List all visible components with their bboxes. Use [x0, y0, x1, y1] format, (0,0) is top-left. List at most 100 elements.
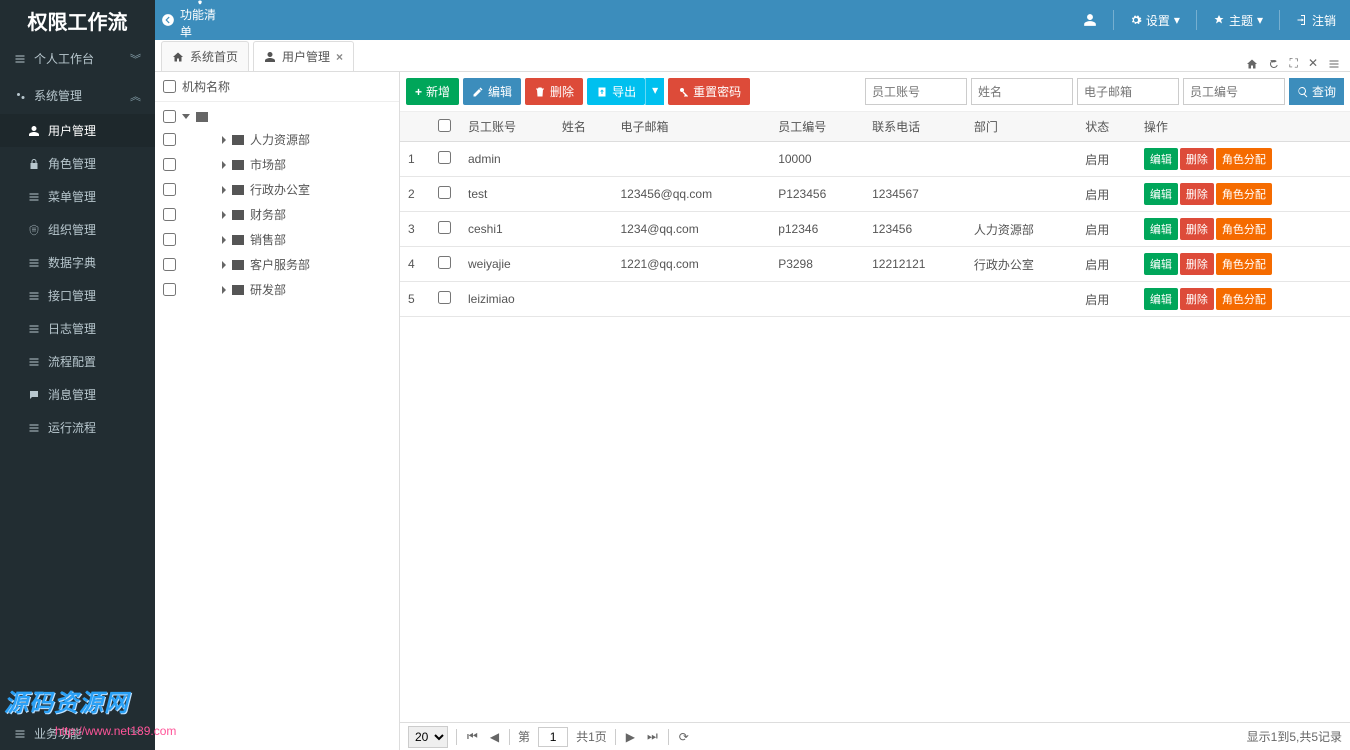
sidebar-item-7[interactable]: 流程配置 — [0, 345, 155, 378]
cell-dept — [966, 177, 1077, 212]
tree-node-checkbox[interactable] — [163, 258, 176, 271]
logout-button[interactable]: 注销 — [1292, 12, 1340, 29]
table-row[interactable]: 4weiyajie1221@qq.comP329812212121行政办公室启用… — [400, 247, 1350, 282]
row-edit-button[interactable]: 编辑 — [1144, 288, 1178, 310]
cell-status: 启用 — [1077, 282, 1136, 317]
row-role-button[interactable]: 角色分配 — [1216, 148, 1272, 170]
col-ops[interactable]: 操作 — [1136, 112, 1350, 142]
tree-node-checkbox[interactable] — [163, 110, 176, 123]
row-role-button[interactable]: 角色分配 — [1216, 288, 1272, 310]
pager-refresh[interactable]: ⟳ — [677, 730, 691, 744]
col-email[interactable]: 电子邮箱 — [613, 112, 771, 142]
row-edit-button[interactable]: 编辑 — [1144, 148, 1178, 170]
table-row[interactable]: 2test123456@qq.comP1234561234567启用编辑删除角色… — [400, 177, 1350, 212]
search-button[interactable]: 查询 — [1289, 78, 1344, 105]
pager-page-input[interactable] — [538, 727, 568, 747]
tree-node[interactable]: 财务部 — [155, 202, 399, 227]
pager-summary: 显示1到5,共5记录 — [1247, 728, 1342, 745]
sidebar-item-2[interactable]: 菜单管理 — [0, 180, 155, 213]
tree-node[interactable]: 研发部 — [155, 277, 399, 302]
tree-node[interactable]: 行政办公室 — [155, 177, 399, 202]
select-all-checkbox[interactable] — [438, 119, 451, 132]
sidebar-item-4[interactable]: 数据字典 — [0, 246, 155, 279]
col-name[interactable]: 姓名 — [554, 112, 613, 142]
tab-user-mgmt[interactable]: 用户管理× — [253, 41, 354, 71]
row-checkbox[interactable] — [438, 221, 451, 234]
row-edit-button[interactable]: 编辑 — [1144, 218, 1178, 240]
tree-node-checkbox[interactable] — [163, 283, 176, 296]
tree-node[interactable]: 市场部 — [155, 152, 399, 177]
function-list-button[interactable]: 功能清单 — [180, 0, 220, 40]
tree-node[interactable]: 人力资源部 — [155, 127, 399, 152]
tree-node-checkbox[interactable] — [163, 233, 176, 246]
tab-fullscreen-button[interactable]: ⛶ — [1290, 56, 1298, 71]
col-phone[interactable]: 联系电话 — [864, 112, 966, 142]
row-delete-button[interactable]: 删除 — [1180, 148, 1214, 170]
tree-select-all[interactable] — [163, 80, 176, 93]
tab-refresh-button[interactable] — [1268, 56, 1280, 71]
pager-last[interactable]: ⏭ — [645, 729, 660, 744]
row-checkbox[interactable] — [438, 151, 451, 164]
tree-node-checkbox[interactable] — [163, 183, 176, 196]
row-edit-button[interactable]: 编辑 — [1144, 183, 1178, 205]
settings-menu[interactable]: 设置 ▾ — [1126, 12, 1184, 29]
add-button[interactable]: +新增 — [406, 78, 459, 105]
filter-name[interactable] — [971, 78, 1073, 105]
sidebar-item-0[interactable]: 用户管理 — [0, 114, 155, 147]
tree-node-checkbox[interactable] — [163, 133, 176, 146]
filter-empno[interactable] — [1183, 78, 1285, 105]
table-row[interactable]: 1admin10000启用编辑删除角色分配 — [400, 142, 1350, 177]
user-menu[interactable] — [1079, 13, 1101, 27]
edit-button[interactable]: 编辑 — [463, 78, 521, 105]
row-delete-button[interactable]: 删除 — [1180, 218, 1214, 240]
row-edit-button[interactable]: 编辑 — [1144, 253, 1178, 275]
tree-root[interactable] — [155, 106, 399, 127]
tree-node[interactable]: 客户服务部 — [155, 252, 399, 277]
tree-node[interactable]: 销售部 — [155, 227, 399, 252]
tree-node-checkbox[interactable] — [163, 158, 176, 171]
sidebar-item-9[interactable]: 运行流程 — [0, 411, 155, 444]
col-status[interactable]: 状态 — [1077, 112, 1136, 142]
reset-password-button[interactable]: 重置密码 — [668, 78, 750, 105]
tab-home-button[interactable] — [1246, 56, 1258, 71]
cell-name — [554, 247, 613, 282]
delete-button[interactable]: 删除 — [525, 78, 583, 105]
tree-node-checkbox[interactable] — [163, 208, 176, 221]
col-empno[interactable]: 员工编号 — [770, 112, 864, 142]
table-row[interactable]: 5leizimiao启用编辑删除角色分配 — [400, 282, 1350, 317]
row-delete-button[interactable]: 删除 — [1180, 183, 1214, 205]
row-role-button[interactable]: 角色分配 — [1216, 218, 1272, 240]
tab-more-button[interactable] — [1328, 56, 1340, 71]
sidebar-item-8[interactable]: 消息管理 — [0, 378, 155, 411]
export-dropdown[interactable]: ▾ — [645, 78, 664, 105]
export-button[interactable]: 导出 — [587, 78, 645, 105]
pager-next[interactable]: ▶ — [624, 730, 637, 744]
pager-prev[interactable]: ◀ — [488, 730, 501, 744]
page-size-select[interactable]: 20 — [408, 726, 448, 748]
sidebar-item-5[interactable]: 接口管理 — [0, 279, 155, 312]
table-row[interactable]: 3ceshi11234@qq.comp12346123456人力资源部启用编辑删… — [400, 212, 1350, 247]
row-role-button[interactable]: 角色分配 — [1216, 183, 1272, 205]
row-checkbox[interactable] — [438, 256, 451, 269]
row-checkbox[interactable] — [438, 186, 451, 199]
collapse-sidebar-button[interactable] — [155, 0, 180, 40]
cell-account: test — [460, 177, 554, 212]
row-delete-button[interactable]: 删除 — [1180, 288, 1214, 310]
sidebar-item-1[interactable]: 角色管理 — [0, 147, 155, 180]
theme-menu[interactable]: 主题 ▾ — [1209, 12, 1267, 29]
tab-home[interactable]: 系统首页 — [161, 41, 249, 71]
filter-email[interactable] — [1077, 78, 1179, 105]
sidebar-group-sysadmin[interactable]: 系统管理 ︽ — [0, 77, 155, 114]
row-checkbox[interactable] — [438, 291, 451, 304]
tab-close-all-button[interactable]: ✕ — [1308, 56, 1318, 71]
sidebar-group-workbench[interactable]: 个人工作台 ︾ — [0, 40, 155, 77]
col-dept[interactable]: 部门 — [966, 112, 1077, 142]
col-account[interactable]: 员工账号 — [460, 112, 554, 142]
sidebar-item-6[interactable]: 日志管理 — [0, 312, 155, 345]
sidebar-item-3[interactable]: 组织管理 — [0, 213, 155, 246]
tab-close-button[interactable]: × — [336, 50, 343, 64]
pager-first[interactable]: ⏮ — [465, 729, 480, 744]
row-role-button[interactable]: 角色分配 — [1216, 253, 1272, 275]
filter-account[interactable] — [865, 78, 967, 105]
row-delete-button[interactable]: 删除 — [1180, 253, 1214, 275]
